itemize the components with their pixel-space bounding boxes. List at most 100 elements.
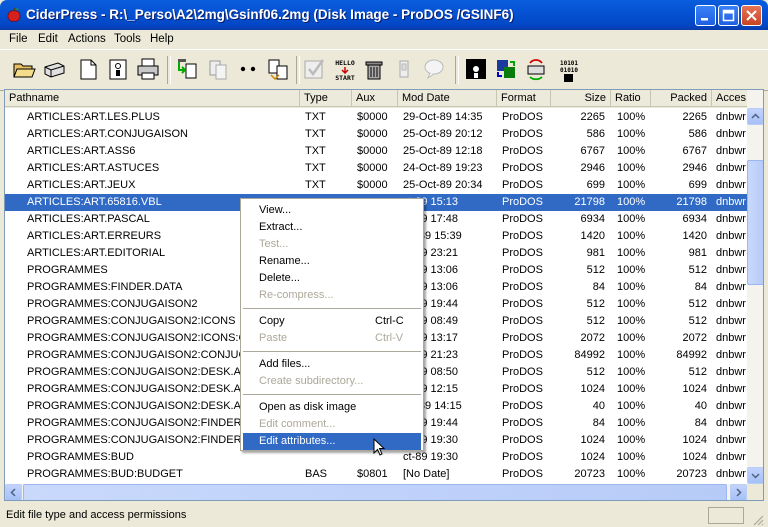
table-cell: ProDOS xyxy=(502,145,543,157)
context-menu-item[interactable]: View... xyxy=(243,202,421,219)
table-cell: 40 xyxy=(592,400,605,412)
properties-icon[interactable] xyxy=(104,55,132,83)
new-disk-icon[interactable] xyxy=(74,55,102,83)
disk-icon[interactable] xyxy=(462,55,490,83)
menu-file[interactable]: File xyxy=(9,33,28,45)
context-menu-item[interactable]: Re-compress... xyxy=(243,287,421,304)
table-cell: 84992 xyxy=(676,349,707,361)
table-cell: ProDOS xyxy=(502,264,543,276)
resize-grip-icon[interactable] xyxy=(752,514,764,526)
context-menu-item[interactable]: Test... xyxy=(243,236,421,253)
column-header-pathname[interactable]: Pathname xyxy=(5,90,300,107)
open-folder-icon[interactable] xyxy=(10,55,38,83)
vertical-scrollbar[interactable] xyxy=(747,90,763,484)
status-panel xyxy=(708,507,744,524)
table-cell: 100% xyxy=(617,230,646,242)
table-cell: ProDOS xyxy=(502,128,543,140)
table-cell: 100% xyxy=(617,366,646,378)
context-menu-item[interactable]: Copy Ctrl-C xyxy=(243,313,421,330)
vertical-scroll-thumb[interactable] xyxy=(747,160,763,285)
extract-icon[interactable] xyxy=(204,55,232,83)
menu-actions[interactable]: Actions xyxy=(68,33,106,45)
scroll-right-button[interactable] xyxy=(730,484,747,500)
table-cell: 6767 xyxy=(682,145,707,157)
column-header-packed[interactable]: Packed xyxy=(651,90,712,107)
table-cell: 586 xyxy=(586,128,605,140)
ciderpress-app-icon[interactable] xyxy=(6,7,22,23)
table-cell: TXT xyxy=(305,111,326,123)
column-header-ratio[interactable]: Ratio xyxy=(611,90,651,107)
minimize-button[interactable] xyxy=(695,5,716,26)
menu-item-label: Test... xyxy=(259,238,289,250)
table-cell: 20723 xyxy=(574,468,605,480)
table-cell: 40 xyxy=(694,400,707,412)
column-header-size[interactable]: Size xyxy=(551,90,611,107)
menu-edit[interactable]: Edit xyxy=(38,33,58,45)
context-menu-item[interactable]: Create subdirectory... xyxy=(243,373,421,390)
convert-icon[interactable] xyxy=(264,55,292,83)
context-menu-item[interactable]: Add files... xyxy=(243,356,421,373)
table-cell: TXT xyxy=(305,128,326,140)
table-row[interactable]: PROGRAMMES:BUD:BUDGET BAS $0801 [No Date] Pr… xyxy=(5,466,747,483)
table-cell: BAS xyxy=(305,468,328,480)
comment-icon[interactable] xyxy=(420,55,448,83)
menu-item-label: Re-compress... xyxy=(259,289,334,301)
status-bar: Edit file type and access permissions xyxy=(0,504,768,527)
table-cell: 699 xyxy=(586,179,605,191)
close-button[interactable] xyxy=(741,5,762,26)
hello-start-icon[interactable]: HELLO START xyxy=(330,55,358,83)
table-cell: 699 xyxy=(688,179,707,191)
table-row[interactable]: ARTICLES:ART.LES.PLUS TXT $0000 29-Oct-89 1… xyxy=(5,109,747,126)
context-menu-item[interactable]: Rename... xyxy=(243,253,421,270)
menu-help[interactable]: Help xyxy=(150,33,174,45)
delete-icon[interactable] xyxy=(360,55,388,83)
column-header-type[interactable]: Type xyxy=(300,90,352,107)
table-cell: TXT xyxy=(305,162,326,174)
context-menu-item[interactable]: Edit comment... xyxy=(243,416,421,433)
table-cell: 586 xyxy=(688,128,707,140)
table-cell: ARTICLES:ART.JEUX xyxy=(27,179,136,191)
chevron-up-icon xyxy=(751,113,760,119)
convert-archive-icon[interactable] xyxy=(492,55,520,83)
context-menu-item[interactable]: Edit attributes... xyxy=(243,433,421,450)
table-row[interactable]: ARTICLES:ART.CONJUGAISON TXT $0000 25-Oct-8… xyxy=(5,126,747,143)
table-cell: 6767 xyxy=(580,145,605,157)
scroll-up-button[interactable] xyxy=(747,108,763,125)
column-header-mod-date[interactable]: Mod Date xyxy=(398,90,497,107)
chevron-down-icon xyxy=(751,473,760,479)
menu-item-label: Delete... xyxy=(259,272,300,284)
minimize-icon xyxy=(701,18,708,21)
binary-icon[interactable]: 10101 01010 xyxy=(554,55,582,83)
table-cell: ARTICLES:ART.CONJUGAISON xyxy=(27,128,188,140)
scroll-down-button[interactable] xyxy=(747,467,763,484)
print-icon[interactable] xyxy=(134,55,162,83)
table-cell: 100% xyxy=(617,247,646,259)
context-menu-item[interactable]: Extract... xyxy=(243,219,421,236)
scroll-left-button[interactable] xyxy=(5,484,22,500)
maximize-button[interactable] xyxy=(718,5,739,26)
horizontal-scroll-thumb[interactable] xyxy=(23,484,727,500)
column-header-aux[interactable]: Aux xyxy=(352,90,398,107)
context-menu-item[interactable]: Delete... xyxy=(243,270,421,287)
table-row[interactable]: ARTICLES:ART.ASTUCES TXT $0000 24-Oct-89 19… xyxy=(5,160,747,177)
table-cell: 21798 xyxy=(676,196,707,208)
volume-copy-icon[interactable] xyxy=(522,55,550,83)
column-header-format[interactable]: Format xyxy=(497,90,551,107)
horizontal-scrollbar[interactable] xyxy=(5,484,747,500)
context-menu-item[interactable]: Paste Ctrl-V xyxy=(243,330,421,347)
table-cell: $0000 xyxy=(357,111,388,123)
table-row[interactable]: ARTICLES:ART.ASS6 TXT $0000 25-Oct-89 12:18… xyxy=(5,143,747,160)
context-menu-item[interactable]: Open as disk image xyxy=(243,399,421,416)
table-cell: ProDOS xyxy=(502,366,543,378)
close-icon xyxy=(746,10,757,21)
add-files-icon[interactable] xyxy=(174,55,202,83)
table-cell: ARTICLES:ART.ASTUCES xyxy=(27,162,160,174)
table-cell: 512 xyxy=(586,366,605,378)
view-files-icon[interactable] xyxy=(234,55,262,83)
table-row[interactable]: ARTICLES:ART.JEUX TXT $0000 25-Oct-89 20:34… xyxy=(5,177,747,194)
rename-icon[interactable] xyxy=(390,55,418,83)
table-cell: ProDOS xyxy=(502,332,543,344)
test-icon[interactable] xyxy=(300,55,328,83)
open-volume-icon[interactable] xyxy=(40,55,68,83)
menu-tools[interactable]: Tools xyxy=(114,33,141,45)
